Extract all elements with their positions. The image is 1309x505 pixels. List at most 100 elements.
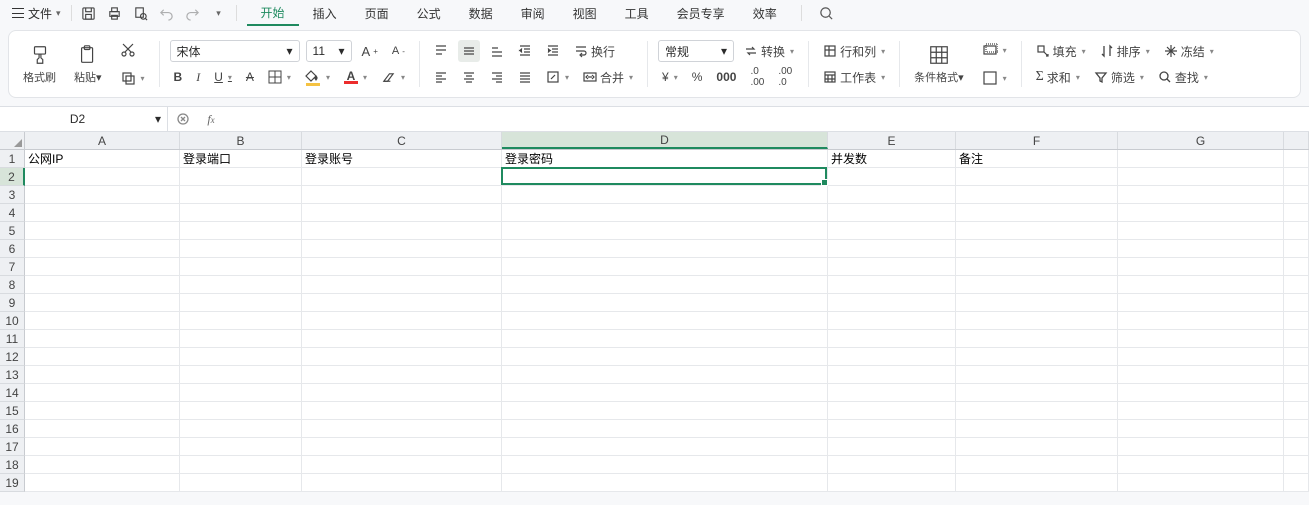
- cell-G10[interactable]: [1118, 312, 1284, 330]
- cell-F17[interactable]: [956, 438, 1118, 456]
- format-painter-button[interactable]: 格式刷: [19, 43, 60, 85]
- clear-format-button[interactable]: ▾: [377, 66, 409, 88]
- cell-A8[interactable]: [25, 276, 180, 294]
- cell-E19[interactable]: [828, 474, 956, 492]
- cell-A5[interactable]: [25, 222, 180, 240]
- qat-more-icon[interactable]: ▾: [210, 4, 228, 22]
- column-header-E[interactable]: E: [828, 132, 956, 149]
- row-header-4[interactable]: 4: [0, 204, 25, 222]
- cell-extra[interactable]: [1284, 258, 1309, 276]
- cell-G5[interactable]: [1118, 222, 1284, 240]
- column-header-D[interactable]: D: [502, 132, 828, 149]
- tab-效率[interactable]: 效率: [739, 0, 791, 26]
- convert-button[interactable]: 转换▾: [740, 40, 798, 62]
- cell-extra[interactable]: [1284, 150, 1309, 168]
- cell-B12[interactable]: [180, 348, 302, 366]
- cell-D4[interactable]: [502, 204, 828, 222]
- cell-C7[interactable]: [302, 258, 502, 276]
- row-header-10[interactable]: 10: [0, 312, 25, 330]
- increase-decimal-button[interactable]: .0.00: [746, 66, 768, 88]
- cell-E15[interactable]: [828, 402, 956, 420]
- cell-A15[interactable]: [25, 402, 180, 420]
- cell-G12[interactable]: [1118, 348, 1284, 366]
- cell-G11[interactable]: [1118, 330, 1284, 348]
- format-table-button[interactable]: ▾: [978, 67, 1011, 89]
- increase-font-button[interactable]: A+: [358, 40, 382, 62]
- cell-E8[interactable]: [828, 276, 956, 294]
- cell-E2[interactable]: [828, 168, 956, 186]
- cell-D7[interactable]: [502, 258, 828, 276]
- cell-B3[interactable]: [180, 186, 302, 204]
- cell-B7[interactable]: [180, 258, 302, 276]
- fill-button[interactable]: 填充▾: [1032, 40, 1090, 62]
- cell-C11[interactable]: [302, 330, 502, 348]
- paste-button[interactable]: 粘贴▾: [70, 43, 106, 85]
- tab-开始[interactable]: 开始: [247, 0, 299, 26]
- fill-color-button[interactable]: ▾: [301, 66, 334, 88]
- cell-F9[interactable]: [956, 294, 1118, 312]
- merge-cells-button[interactable]: 合并▾: [579, 66, 637, 88]
- cell-G7[interactable]: [1118, 258, 1284, 276]
- align-middle-button[interactable]: [458, 40, 480, 62]
- cell-C13[interactable]: [302, 366, 502, 384]
- cell-D12[interactable]: [502, 348, 828, 366]
- worksheet-button[interactable]: 工作表▾: [819, 66, 889, 88]
- decrease-decimal-button[interactable]: .00.0: [774, 66, 796, 88]
- cell-D8[interactable]: [502, 276, 828, 294]
- cell-C9[interactable]: [302, 294, 502, 312]
- cell-F4[interactable]: [956, 204, 1118, 222]
- cell-F5[interactable]: [956, 222, 1118, 240]
- cell-B17[interactable]: [180, 438, 302, 456]
- tab-视图[interactable]: 视图: [559, 0, 611, 26]
- row-header-19[interactable]: 19: [0, 474, 25, 492]
- row-header-8[interactable]: 8: [0, 276, 25, 294]
- align-top-button[interactable]: [430, 40, 452, 62]
- decrease-indent-button[interactable]: [514, 40, 536, 62]
- cell-G3[interactable]: [1118, 186, 1284, 204]
- column-header-G[interactable]: G: [1118, 132, 1284, 149]
- cell-extra[interactable]: [1284, 420, 1309, 438]
- cell-D2[interactable]: [502, 168, 828, 186]
- cell-F1[interactable]: 备注: [956, 150, 1118, 168]
- cell-extra[interactable]: [1284, 186, 1309, 204]
- cell-F18[interactable]: [956, 456, 1118, 474]
- tab-插入[interactable]: 插入: [299, 0, 351, 26]
- cell-E18[interactable]: [828, 456, 956, 474]
- cell-E11[interactable]: [828, 330, 956, 348]
- cell-D14[interactable]: [502, 384, 828, 402]
- align-left-button[interactable]: [430, 66, 452, 88]
- find-button[interactable]: 查找▾: [1154, 66, 1212, 88]
- print-preview-icon[interactable]: [132, 4, 150, 22]
- cell-C15[interactable]: [302, 402, 502, 420]
- cell-A18[interactable]: [25, 456, 180, 474]
- cell-A17[interactable]: [25, 438, 180, 456]
- cell-F14[interactable]: [956, 384, 1118, 402]
- orientation-button[interactable]: ▾: [542, 66, 573, 88]
- cell-G13[interactable]: [1118, 366, 1284, 384]
- cell-C14[interactable]: [302, 384, 502, 402]
- cell-E6[interactable]: [828, 240, 956, 258]
- cell-E14[interactable]: [828, 384, 956, 402]
- cell-G14[interactable]: [1118, 384, 1284, 402]
- font-name-select[interactable]: 宋体 ▾: [170, 40, 300, 62]
- row-header-12[interactable]: 12: [0, 348, 25, 366]
- cell-D16[interactable]: [502, 420, 828, 438]
- sum-button[interactable]: Σ 求和▾: [1032, 66, 1084, 88]
- tab-公式[interactable]: 公式: [403, 0, 455, 26]
- row-header-18[interactable]: 18: [0, 456, 25, 474]
- tab-会员专享[interactable]: 会员专享: [663, 0, 739, 26]
- cell-B16[interactable]: [180, 420, 302, 438]
- cell-G9[interactable]: [1118, 294, 1284, 312]
- align-right-button[interactable]: [486, 66, 508, 88]
- cell-F3[interactable]: [956, 186, 1118, 204]
- cell-E4[interactable]: [828, 204, 956, 222]
- cell-G17[interactable]: [1118, 438, 1284, 456]
- cell-E9[interactable]: [828, 294, 956, 312]
- cell-C10[interactable]: [302, 312, 502, 330]
- cell-C3[interactable]: [302, 186, 502, 204]
- cell-D15[interactable]: [502, 402, 828, 420]
- cell-F12[interactable]: [956, 348, 1118, 366]
- cell-F8[interactable]: [956, 276, 1118, 294]
- cell-C18[interactable]: [302, 456, 502, 474]
- copy-button[interactable]: ▾: [116, 67, 149, 89]
